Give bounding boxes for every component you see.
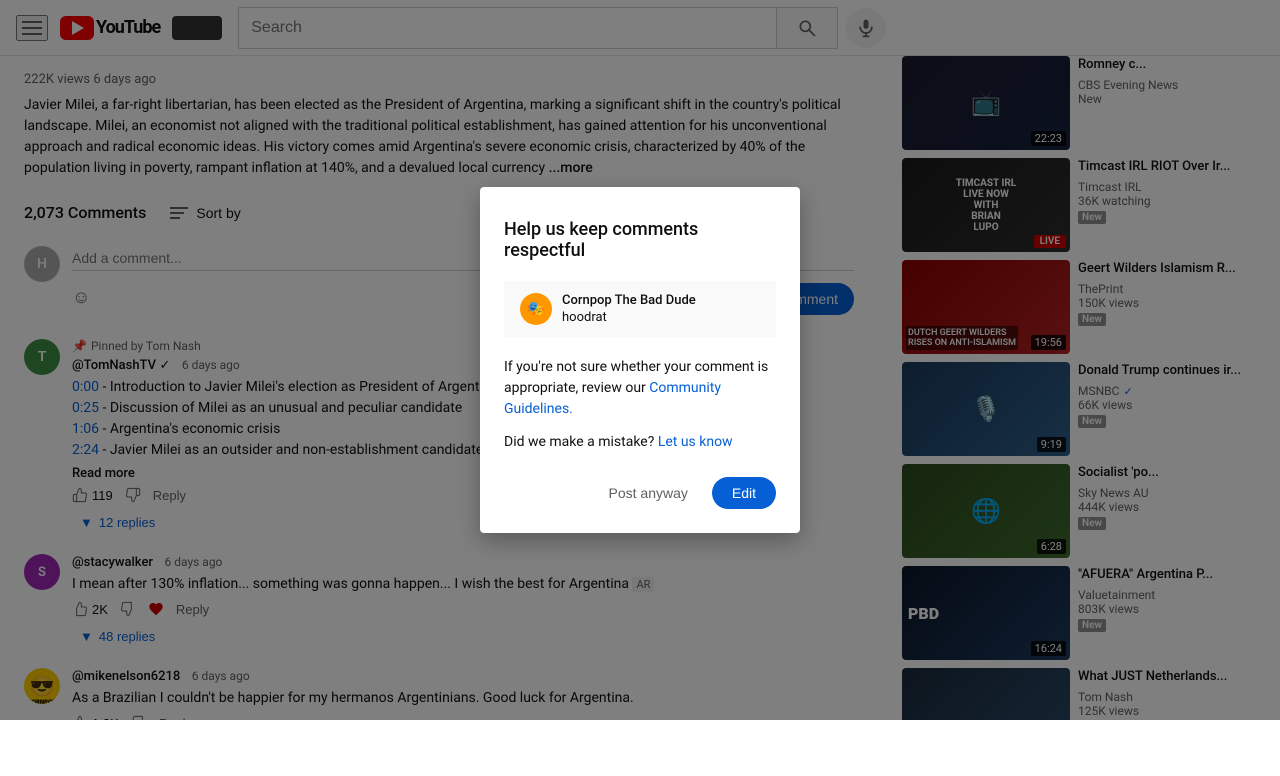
modal-body: If you're not sure whether your comment … (504, 357, 776, 420)
modal-comment-info: Cornpop The Bad Dude hoodrat (562, 293, 696, 325)
modal-footer: Post anyway Edit (504, 477, 776, 509)
modal-mistake: Did we make a mistake? Let us know (504, 432, 776, 453)
modal-mistake-text: Did we make a mistake? (504, 434, 654, 450)
edit-button[interactable]: Edit (712, 477, 776, 509)
modal-title: Help us keep comments respectful (504, 219, 776, 261)
modal-body-text: If you're not sure whether your comment … (504, 359, 768, 396)
let-us-know-link[interactable]: Let us know (658, 434, 733, 450)
post-anyway-button[interactable]: Post anyway (593, 477, 704, 509)
modal-commenter-avatar: 🎭 (520, 293, 552, 325)
modal-comment-text: hoodrat (562, 310, 696, 325)
modal-comment-preview: 🎭 Cornpop The Bad Dude hoodrat (504, 281, 776, 337)
modal-dialog: Help us keep comments respectful 🎭 Cornp… (480, 187, 800, 533)
modal-commenter-name: Cornpop The Bad Dude (562, 293, 696, 308)
modal-overlay: Help us keep comments respectful 🎭 Cornp… (0, 0, 1280, 720)
